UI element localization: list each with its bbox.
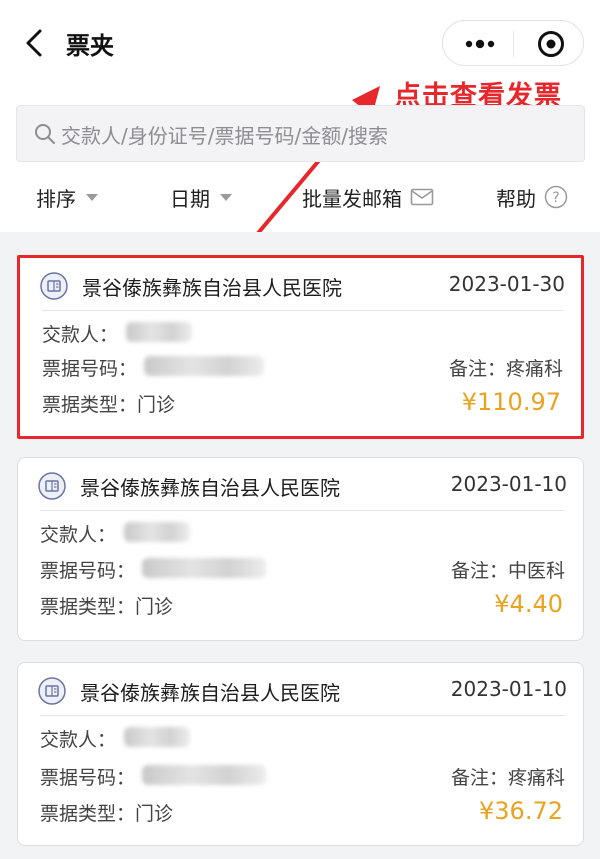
remark-value: 疼痛科 <box>505 358 563 380</box>
help-circle-icon: ? <box>544 185 568 209</box>
remark-label: 备注： <box>450 560 508 582</box>
invoice-no-redacted <box>142 765 266 785</box>
filter-bar: 排序 日期 批量发邮箱 帮助 ? <box>0 172 600 224</box>
caret-down-icon <box>220 193 232 201</box>
chevron-left-icon[interactable] <box>22 28 48 58</box>
remark-value: 疼痛科 <box>507 767 565 789</box>
payer-redacted <box>126 322 192 342</box>
invoice-no-redacted <box>144 356 264 376</box>
invoice-type-value: 门诊 <box>135 803 174 825</box>
date-label: 日期 <box>170 186 210 211</box>
invoice-no-label: 票据号码： <box>40 767 136 789</box>
date-filter[interactable]: 日期 <box>170 182 232 212</box>
invoice-type-label: 票据类型： <box>42 394 138 416</box>
invoice-card[interactable]: 景谷傣族彝族自治县人民医院 2023-01-10 交款人： 票据号码： 备注：疼… <box>17 662 584 846</box>
invoice-card[interactable]: 景谷傣族彝族自治县人民医院 2023-01-10 交款人： 票据号码： 备注：中… <box>17 457 584 641</box>
invoice-doc-icon <box>38 472 66 500</box>
mail-icon <box>410 188 434 206</box>
remark: 备注：疼痛科 <box>449 354 563 381</box>
capsule-divider <box>513 31 514 57</box>
card-divider <box>40 715 565 716</box>
invoice-date: 2023-01-30 <box>448 272 565 296</box>
invoice-type-value: 门诊 <box>137 394 176 416</box>
invoice-doc-icon <box>40 272 68 300</box>
remark-label: 备注： <box>448 358 506 380</box>
invoice-type: 票据类型：门诊 <box>40 592 173 619</box>
card-divider <box>40 510 565 511</box>
invoice-type-value: 门诊 <box>135 596 174 618</box>
invoice-no-label: 票据号码： <box>40 560 136 582</box>
invoice-type: 票据类型：门诊 <box>42 390 175 417</box>
invoice-card[interactable]: 景谷傣族彝族自治县人民医院 2023-01-30 交款人： 票据号码： 备注：疼… <box>17 255 584 439</box>
invoice-doc-icon <box>38 677 66 705</box>
mini-program-capsule <box>442 20 584 66</box>
svg-text:?: ? <box>552 190 559 206</box>
remark: 备注：中医科 <box>451 556 565 583</box>
hospital-name: 景谷傣族彝族自治县人民医院 <box>80 681 340 705</box>
nav-header: 票夹 点击查看发票 <box>0 0 600 112</box>
page-title: 票夹 <box>66 32 114 60</box>
caret-down-icon <box>86 193 98 201</box>
remark-value: 中医科 <box>507 560 565 582</box>
payer-label: 交款人： <box>42 324 119 346</box>
search-placeholder: 交款人/身份证号/票据号码/金额/搜索 <box>61 124 388 148</box>
help-label: 帮助 <box>496 186 536 211</box>
batch-email-label: 批量发邮箱 <box>302 186 402 211</box>
batch-email-button[interactable]: 批量发邮箱 <box>302 182 434 212</box>
invoice-type-label: 票据类型： <box>40 803 136 825</box>
invoice-amount: ¥36.72 <box>479 797 563 825</box>
card-divider <box>42 310 563 311</box>
invoice-wallet-page: 票夹 点击查看发票 交款人/身份证号/票据号码/金额/搜索 排序 日期 批量发邮… <box>0 0 600 859</box>
target-circle-icon[interactable] <box>537 30 565 58</box>
payer-redacted <box>124 522 190 542</box>
invoice-no-label: 票据号码： <box>42 358 138 380</box>
invoice-date: 2023-01-10 <box>450 677 567 701</box>
search-icon <box>35 124 55 144</box>
sort-filter[interactable]: 排序 <box>36 182 98 212</box>
payer-label: 交款人： <box>40 729 117 751</box>
hospital-name: 景谷傣族彝族自治县人民医院 <box>82 276 342 300</box>
invoice-type: 票据类型：门诊 <box>40 799 173 826</box>
payer-label: 交款人： <box>40 524 117 546</box>
hospital-name: 景谷傣族彝族自治县人民医院 <box>80 476 340 500</box>
sort-label: 排序 <box>36 186 76 211</box>
invoice-amount: ¥4.40 <box>494 590 563 618</box>
search-input[interactable]: 交款人/身份证号/票据号码/金额/搜索 <box>16 105 585 162</box>
more-dots-icon[interactable] <box>463 33 497 55</box>
invoice-no-redacted <box>142 558 266 578</box>
invoice-date: 2023-01-10 <box>450 472 567 496</box>
help-button[interactable]: 帮助 ? <box>496 182 568 212</box>
remark: 备注：疼痛科 <box>451 763 565 790</box>
payer-redacted <box>124 727 190 747</box>
invoice-amount: ¥110.97 <box>461 388 561 416</box>
remark-label: 备注： <box>450 767 508 789</box>
invoice-type-label: 票据类型： <box>40 596 136 618</box>
